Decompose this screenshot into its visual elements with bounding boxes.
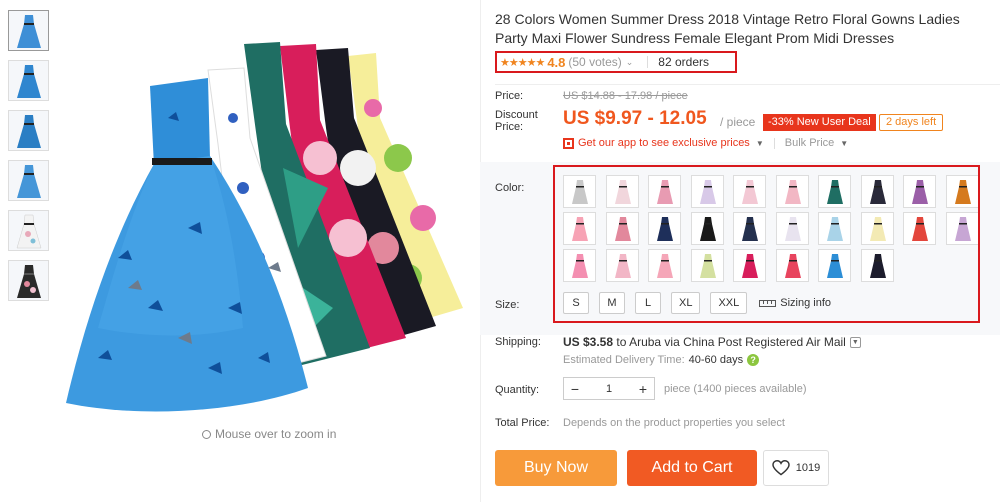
quantity-row: − 1 + piece (1400 pieces available) bbox=[563, 377, 806, 400]
highlight-frame bbox=[553, 165, 980, 323]
dress-thumbnail-image bbox=[16, 115, 41, 148]
chevron-down-icon[interactable]: ⌄ bbox=[626, 57, 634, 68]
quantity-stepper: − 1 + bbox=[563, 377, 655, 400]
shipping-method: to Aruba via China Post Registered Air M… bbox=[616, 335, 846, 349]
size-label: Size: bbox=[495, 299, 520, 311]
zoom-hint-text: Mouse over to zoom in bbox=[215, 427, 337, 441]
divider bbox=[773, 137, 775, 149]
discount-price: US $9.97 - 12.05 bbox=[563, 108, 707, 129]
quantity-available: piece (1400 pieces available) bbox=[664, 382, 807, 395]
quantity-label: Quantity: bbox=[495, 384, 540, 396]
plus-icon[interactable]: + bbox=[632, 381, 654, 397]
action-buttons: Buy Now Add to Cart 1019 bbox=[495, 450, 829, 486]
dresses-illustration bbox=[66, 42, 463, 412]
divider bbox=[647, 56, 649, 68]
dress-thumbnail-image bbox=[16, 265, 41, 298]
deal-badge: -33% New User Deal bbox=[763, 114, 876, 131]
estimated-delivery-label: Estimated Delivery Time: bbox=[563, 354, 685, 366]
shipping-label: Shipping: bbox=[495, 336, 541, 348]
original-price: US $14.88 - 17.98 / piece bbox=[563, 90, 688, 102]
shipping-info: US $3.58 to Aruba via China Post Registe… bbox=[563, 335, 861, 349]
orders-count: 82 orders bbox=[658, 55, 709, 69]
bulk-price-link[interactable]: Bulk Price bbox=[785, 137, 835, 149]
magnifier-icon bbox=[202, 430, 211, 439]
app-prices-link[interactable]: Get our app to see exclusive prices bbox=[578, 137, 750, 149]
thumbnail[interactable] bbox=[8, 110, 49, 151]
star-rating-icon: ★★★★★ bbox=[500, 56, 545, 69]
chevron-down-icon[interactable]: ▼ bbox=[849, 336, 861, 348]
product-details: 28 Colors Women Summer Dress 2018 Vintag… bbox=[480, 10, 1000, 486]
total-price-label: Total Price: bbox=[495, 417, 550, 429]
dress-thumbnail-image bbox=[16, 165, 41, 198]
wishlist-count: 1019 bbox=[795, 462, 821, 474]
wishlist-button[interactable]: 1019 bbox=[763, 450, 829, 486]
chevron-down-icon[interactable]: ▼ bbox=[840, 139, 848, 148]
product-title: 28 Colors Women Summer Dress 2018 Vintag… bbox=[495, 11, 960, 46]
price-label: Price: bbox=[495, 90, 524, 102]
thumbnail[interactable] bbox=[8, 60, 49, 101]
add-to-cart-button[interactable]: Add to Cart bbox=[627, 450, 757, 486]
minus-icon[interactable]: − bbox=[564, 381, 586, 397]
total-price-note: Depends on the product properties you se… bbox=[563, 417, 785, 429]
color-label: Color: bbox=[495, 182, 525, 194]
thumbnail-list bbox=[8, 10, 49, 310]
rating-summary: ★★★★★ 4.8 (50 votes) ⌄ 82 orders bbox=[495, 51, 737, 73]
dress-thumbnail-image bbox=[16, 65, 41, 98]
quantity-input[interactable]: 1 bbox=[606, 383, 612, 395]
votes-link[interactable]: (50 votes) bbox=[568, 55, 621, 69]
buy-now-button[interactable]: Buy Now bbox=[495, 450, 617, 486]
thumbnail[interactable] bbox=[8, 210, 49, 251]
divider bbox=[495, 84, 1000, 85]
chevron-down-icon[interactable]: ▼ bbox=[756, 139, 764, 148]
price-unit: / piece bbox=[720, 115, 756, 129]
dress-thumbnail-image bbox=[16, 214, 41, 249]
zoom-hint: Mouse over to zoom in bbox=[202, 427, 336, 441]
help-icon[interactable]: ? bbox=[747, 354, 760, 366]
qr-code-icon bbox=[563, 137, 574, 149]
thumbnail[interactable] bbox=[8, 10, 49, 51]
estimated-delivery-days: 40-60 days bbox=[688, 354, 744, 366]
app-promo-row: Get our app to see exclusive prices ▼ Bu… bbox=[563, 137, 848, 149]
thumbnail[interactable] bbox=[8, 260, 49, 301]
estimated-delivery: Estimated Delivery Time: 40-60 days ? bbox=[563, 354, 760, 366]
days-left-badge: 2 days left bbox=[879, 114, 944, 131]
rating-value: 4.8 bbox=[547, 54, 566, 70]
heart-icon bbox=[772, 460, 790, 476]
main-product-image[interactable] bbox=[58, 8, 476, 428]
thumbnail[interactable] bbox=[8, 160, 49, 201]
shipping-price: US $3.58 bbox=[563, 335, 614, 349]
dress-thumbnail-image bbox=[16, 15, 41, 48]
discount-price-label: Discount Price: bbox=[495, 109, 538, 133]
